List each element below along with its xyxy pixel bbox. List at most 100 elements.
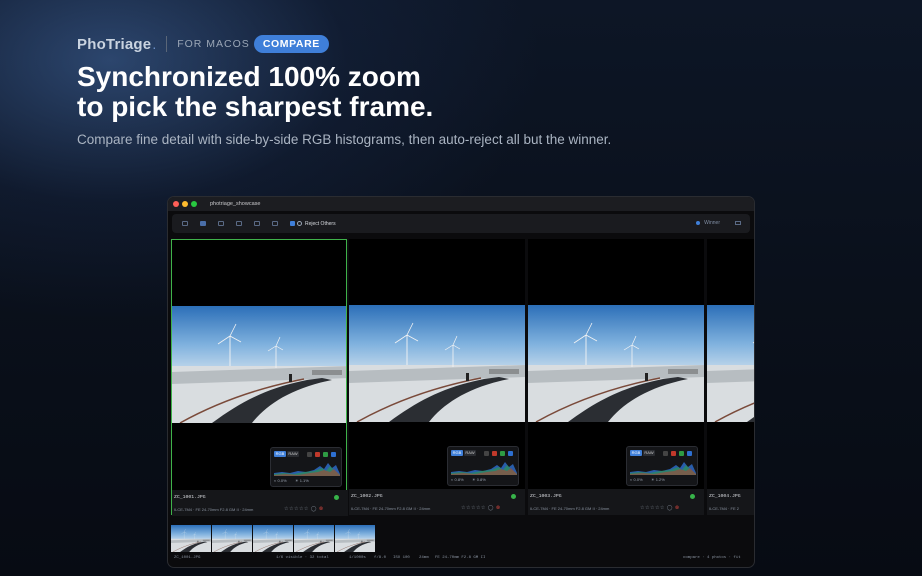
- photo-filename: ZC_1001.JPG: [174, 495, 206, 500]
- compare-panel[interactable]: RGB RAW ◐ 0.0% ☀ 1.1% ZC_1001.JPG ILCE-7M4 · …: [171, 239, 348, 516]
- highlight-clip-value: 0.8%: [476, 477, 486, 482]
- shadow-clip-value: 0.8%: [454, 477, 464, 482]
- filmstrip-thumbnail[interactable]: [335, 525, 375, 552]
- luma-channel-icon[interactable]: [663, 451, 668, 456]
- status-bar: ZC_1001.JPG 1/6 visible · 32 total 1/100…: [168, 555, 754, 565]
- star-rating[interactable]: ☆☆☆☆☆: [640, 505, 665, 511]
- photo-meta: ILCE-7M4 · FE 24-70mm F2.8 GM II · 24mm: [530, 506, 610, 511]
- check-circle-icon[interactable]: [511, 494, 516, 499]
- status-lens: FE 24-70mm F2.8 GM II: [435, 556, 486, 560]
- compare-panel[interactable]: RGB RAW ◐ 0.0% ☀ 1.2% ZC_1003.JPG ILCE-7M4 · …: [528, 239, 704, 515]
- green-channel-icon[interactable]: [323, 452, 328, 457]
- photo-frame[interactable]: [349, 305, 525, 422]
- photo-frame[interactable]: [707, 305, 754, 422]
- photo-image: [212, 525, 252, 552]
- histogram-panel: RGB RAW ◐ 0.0% ☀ 1.2%: [626, 446, 698, 486]
- red-channel-icon[interactable]: [492, 451, 497, 456]
- reject-others-checkbox[interactable]: [290, 221, 295, 226]
- rating-controls[interactable]: ☆☆☆☆☆ ◯ ⊗: [640, 505, 680, 511]
- rgb-toggle[interactable]: RGB: [274, 451, 286, 457]
- winner-indicator[interactable]: Winner: [696, 220, 720, 226]
- subtitle: Compare fine detail with side-by-side RG…: [77, 132, 612, 147]
- filmstrip-thumbnail[interactable]: [171, 525, 211, 552]
- photo-filename: ZC_1002.JPG: [351, 494, 383, 499]
- green-channel-icon[interactable]: [679, 451, 684, 456]
- raw-toggle[interactable]: RAW: [287, 451, 299, 457]
- app-window: photriage_showcase Reject Others Winner: [167, 196, 755, 568]
- filmstrip: [171, 525, 376, 552]
- photo-info-bar: ZC_1002.JPG ILCE-7M4 · FE 24-70mm F2.8 GM…: [349, 489, 525, 515]
- window-title: photriage_showcase: [210, 201, 261, 207]
- window-titlebar: photriage_showcase: [168, 197, 754, 211]
- headline-line-2: to pick the sharpest frame.: [77, 91, 434, 122]
- shadow-clip-value: 0.0%: [277, 478, 287, 483]
- photo-frame[interactable]: [172, 306, 346, 423]
- luma-channel-icon[interactable]: [307, 452, 312, 457]
- pick-flag-icon[interactable]: ◯: [667, 505, 673, 511]
- raw-toggle[interactable]: RAW: [464, 450, 476, 456]
- photo-image: [335, 525, 375, 552]
- photo-info-bar: ZC_1001.JPG ILCE-7M4 · FE 24-70mm F2.8 GM…: [172, 490, 348, 516]
- crop-icon[interactable]: [236, 221, 242, 226]
- star-rating[interactable]: ☆☆☆☆☆: [461, 505, 486, 511]
- warning-icon[interactable]: [272, 221, 278, 226]
- rating-controls[interactable]: ☆☆☆☆☆ ◯ ⊗: [284, 506, 324, 512]
- reject-flag-icon[interactable]: ⊗: [675, 505, 680, 511]
- photo-image: [294, 525, 334, 552]
- reject-flag-icon[interactable]: ⊗: [319, 506, 324, 512]
- green-channel-icon[interactable]: [500, 451, 505, 456]
- photo-image: [253, 525, 293, 552]
- blue-channel-icon[interactable]: [508, 451, 513, 456]
- status-counts: 1/6 visible · 32 total: [276, 556, 329, 560]
- red-channel-icon[interactable]: [671, 451, 676, 456]
- clip-highlight-stat: ☀ 0.8%: [472, 477, 486, 482]
- sidebar-toggle-icon[interactable]: [735, 221, 741, 225]
- reject-flag-icon[interactable]: ⊗: [496, 505, 501, 511]
- zoom-window-button[interactable]: [191, 201, 197, 207]
- compare-panel[interactable]: RGB RAW ◐ 0.8% ☀ 0.8% ZC_1002.JPG ILCE-7M4 · …: [349, 239, 525, 515]
- compare-panel[interactable]: ZC_1004.JPG ILCE-7M4 · FE 2: [707, 239, 754, 515]
- raw-toggle[interactable]: RAW: [643, 450, 655, 456]
- photo-image: [528, 305, 704, 422]
- histogram-graph: [630, 462, 696, 475]
- brand-dot: .: [152, 36, 157, 52]
- headline-line-1: Synchronized 100% zoom: [77, 61, 421, 92]
- highlight-clip-value: 1.1%: [299, 478, 309, 483]
- photo-frame[interactable]: [528, 305, 704, 422]
- histogram-graph: [451, 462, 517, 475]
- pick-flag-icon[interactable]: ◯: [311, 506, 317, 512]
- check-circle-icon[interactable]: [690, 494, 695, 499]
- reject-others-label[interactable]: Reject Others: [305, 221, 336, 227]
- brand-divider: [166, 36, 168, 52]
- rgb-toggle[interactable]: RGB: [451, 450, 463, 456]
- eye-icon: [297, 221, 302, 226]
- blue-channel-icon[interactable]: [687, 451, 692, 456]
- filmstrip-thumbnail[interactable]: [212, 525, 252, 552]
- status-shutter: 1/1000s: [349, 556, 366, 560]
- rgb-toggle[interactable]: RGB: [630, 450, 642, 456]
- clip-shadow-stat: ◐ 0.8%: [451, 477, 464, 482]
- photo-image: [171, 525, 211, 552]
- photo-info-bar: ZC_1004.JPG ILCE-7M4 · FE 2: [707, 489, 754, 515]
- status-iso: ISO 100: [393, 556, 410, 560]
- pick-flag-icon[interactable]: ◯: [488, 505, 494, 511]
- platform-label: FOR MACOS: [177, 38, 250, 50]
- rating-controls[interactable]: ☆☆☆☆☆ ◯ ⊗: [461, 505, 501, 511]
- highlight-clip-value: 1.2%: [655, 477, 665, 482]
- filmstrip-thumbnail[interactable]: [253, 525, 293, 552]
- photo-image: [172, 306, 346, 423]
- check-circle-icon[interactable]: [334, 495, 339, 500]
- shadow-clip-value: 0.0%: [633, 477, 643, 482]
- red-channel-icon[interactable]: [315, 452, 320, 457]
- stack-icon[interactable]: [254, 221, 260, 226]
- blue-channel-icon[interactable]: [331, 452, 336, 457]
- star-rating[interactable]: ☆☆☆☆☆: [284, 506, 309, 512]
- compare-view-icon[interactable]: [200, 221, 206, 226]
- zoom-icon[interactable]: [218, 221, 224, 226]
- photo-meta: ILCE-7M4 · FE 2: [709, 506, 740, 511]
- luma-channel-icon[interactable]: [484, 451, 489, 456]
- filmstrip-thumbnail[interactable]: [294, 525, 334, 552]
- grid-view-icon[interactable]: [182, 221, 188, 226]
- close-window-button[interactable]: [173, 201, 179, 207]
- minimize-window-button[interactable]: [182, 201, 188, 207]
